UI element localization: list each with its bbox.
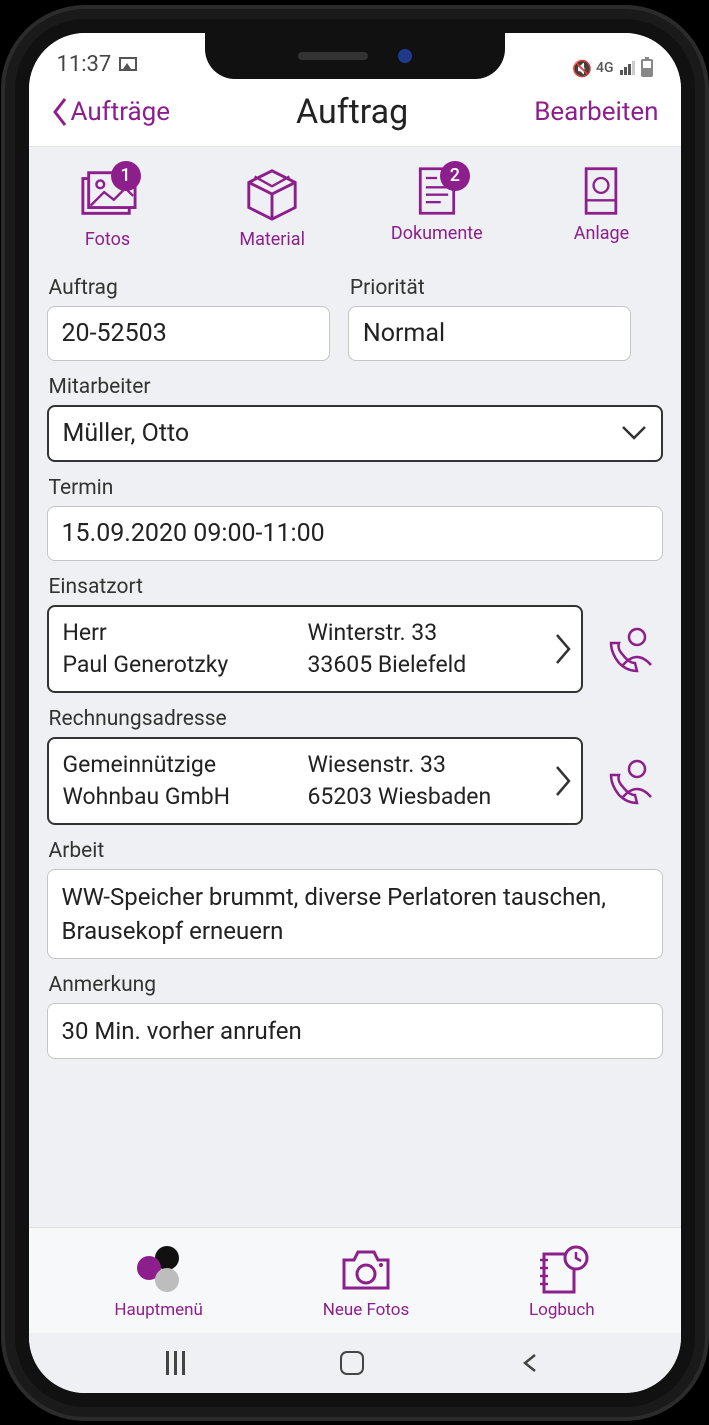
status-network-icon: 4G bbox=[596, 60, 614, 76]
tab-fotos[interactable]: 1 Fotos bbox=[53, 165, 163, 250]
top-tabs: 1 Fotos Material bbox=[47, 147, 663, 262]
field-arbeit: Arbeit WW-Speicher brummt, diverse Perla… bbox=[47, 835, 663, 959]
phone-contact-icon bbox=[605, 623, 657, 675]
tab-anlage[interactable]: Anlage bbox=[546, 165, 656, 250]
bottom-neue-fotos[interactable]: Neue Fotos bbox=[323, 1244, 410, 1320]
tab-dokumente[interactable]: 2 Dokumente bbox=[382, 165, 492, 250]
bottom-hauptmenu-label: Hauptmenü bbox=[114, 1300, 203, 1320]
tab-fotos-label: Fotos bbox=[85, 229, 130, 250]
einsatzort-name1: Herr bbox=[63, 617, 308, 649]
mitarbeiter-value: Müller, Otto bbox=[63, 419, 190, 448]
anmerkung-value[interactable]: 30 Min. vorher anrufen bbox=[47, 1003, 663, 1059]
back-label: Aufträge bbox=[71, 97, 171, 127]
status-mute-icon bbox=[572, 59, 590, 77]
android-recent-button[interactable] bbox=[166, 1351, 185, 1375]
field-prioritaet: Priorität Normal bbox=[348, 272, 631, 361]
phone-notch bbox=[205, 33, 505, 79]
android-back-button[interactable] bbox=[519, 1351, 543, 1375]
rechnung-box[interactable]: Gemeinnützige Wohnbau GmbH Wiesenstr. 33… bbox=[47, 737, 583, 825]
nav-header: Aufträge Auftrag Bearbeiten bbox=[29, 79, 681, 147]
tab-dokumente-label: Dokumente bbox=[391, 223, 483, 244]
bottom-logbuch[interactable]: Logbuch bbox=[529, 1244, 595, 1320]
phone-contact-icon bbox=[605, 755, 657, 807]
box-icon bbox=[243, 165, 301, 223]
phone-screen: 11:37 4G Aufträge Auftrag Bearbeiten bbox=[15, 19, 695, 1407]
rechnung-addr1: Wiesenstr. 33 bbox=[308, 749, 553, 781]
appliance-icon bbox=[580, 165, 622, 217]
einsatzort-addr1: Winterstr. 33 bbox=[308, 617, 553, 649]
bottom-neue-fotos-label: Neue Fotos bbox=[323, 1300, 410, 1320]
auftrag-label: Auftrag bbox=[49, 276, 330, 300]
field-anmerkung: Anmerkung 30 Min. vorher anrufen bbox=[47, 969, 663, 1059]
field-termin: Termin 15.09.2020 09:00-11:00 bbox=[47, 472, 663, 561]
status-picture-icon bbox=[119, 57, 137, 71]
rechnung-addr2: 65203 Wiesbaden bbox=[308, 781, 553, 813]
field-mitarbeiter: Mitarbeiter Müller, Otto bbox=[47, 371, 663, 462]
chevron-right-icon bbox=[553, 631, 573, 667]
page-title: Auftrag bbox=[170, 92, 534, 132]
tab-dokumente-badge: 2 bbox=[440, 161, 470, 191]
rechnung-call-button[interactable] bbox=[599, 737, 663, 825]
rechnung-label: Rechnungsadresse bbox=[49, 707, 663, 731]
termin-label: Termin bbox=[49, 476, 663, 500]
edit-button[interactable]: Bearbeiten bbox=[534, 97, 658, 127]
einsatzort-box[interactable]: Herr Paul Generotzky Winterstr. 33 33605… bbox=[47, 605, 583, 693]
chevron-down-icon bbox=[621, 425, 647, 441]
einsatzort-addr2: 33605 Bielefeld bbox=[308, 649, 553, 681]
tab-material-label: Material bbox=[239, 229, 305, 250]
status-time: 11:37 bbox=[57, 52, 112, 77]
field-auftrag: Auftrag 20-52503 bbox=[47, 272, 330, 361]
termin-value[interactable]: 15.09.2020 09:00-11:00 bbox=[47, 506, 663, 561]
tab-anlage-label: Anlage bbox=[574, 223, 630, 244]
camera-icon bbox=[338, 1244, 394, 1296]
status-signal-icon bbox=[620, 61, 635, 75]
einsatzort-label: Einsatzort bbox=[49, 575, 663, 599]
bottom-logbuch-label: Logbuch bbox=[529, 1300, 595, 1320]
tab-fotos-badge: 1 bbox=[111, 161, 141, 191]
status-battery-icon bbox=[641, 59, 653, 77]
mitarbeiter-select[interactable]: Müller, Otto bbox=[47, 405, 663, 462]
auftrag-value[interactable]: 20-52503 bbox=[47, 306, 330, 361]
einsatzort-call-button[interactable] bbox=[599, 605, 663, 693]
bottom-hauptmenu[interactable]: Hauptmenü bbox=[114, 1244, 203, 1320]
logbook-icon bbox=[534, 1244, 590, 1296]
chevron-left-icon bbox=[51, 97, 69, 127]
prioritaet-value[interactable]: Normal bbox=[348, 306, 631, 361]
field-einsatzort: Einsatzort Herr Paul Generotzky Winterst… bbox=[47, 571, 663, 693]
rechnung-name1: Gemeinnützige bbox=[63, 749, 308, 781]
phone-frame: 11:37 4G Aufträge Auftrag Bearbeiten bbox=[5, 9, 705, 1417]
back-button[interactable]: Aufträge bbox=[51, 97, 171, 127]
arbeit-value[interactable]: WW-Speicher brummt, diverse Perlatoren t… bbox=[47, 869, 663, 959]
prioritaet-label: Priorität bbox=[350, 276, 631, 300]
tab-material[interactable]: Material bbox=[217, 165, 327, 250]
einsatzort-name2: Paul Generotzky bbox=[63, 649, 308, 681]
arbeit-label: Arbeit bbox=[49, 839, 663, 863]
field-rechnung: Rechnungsadresse Gemeinnützige Wohnbau G… bbox=[47, 703, 663, 825]
bottom-toolbar: Hauptmenü Neue Fotos bbox=[29, 1227, 681, 1333]
rechnung-name2: Wohnbau GmbH bbox=[63, 781, 308, 813]
android-nav-bar bbox=[29, 1333, 681, 1393]
chevron-right-icon bbox=[553, 763, 573, 799]
android-home-button[interactable] bbox=[340, 1351, 364, 1375]
content-area: 1 Fotos Material bbox=[29, 147, 681, 1227]
main-menu-icon bbox=[131, 1244, 187, 1296]
mitarbeiter-label: Mitarbeiter bbox=[49, 375, 663, 399]
anmerkung-label: Anmerkung bbox=[49, 973, 663, 997]
